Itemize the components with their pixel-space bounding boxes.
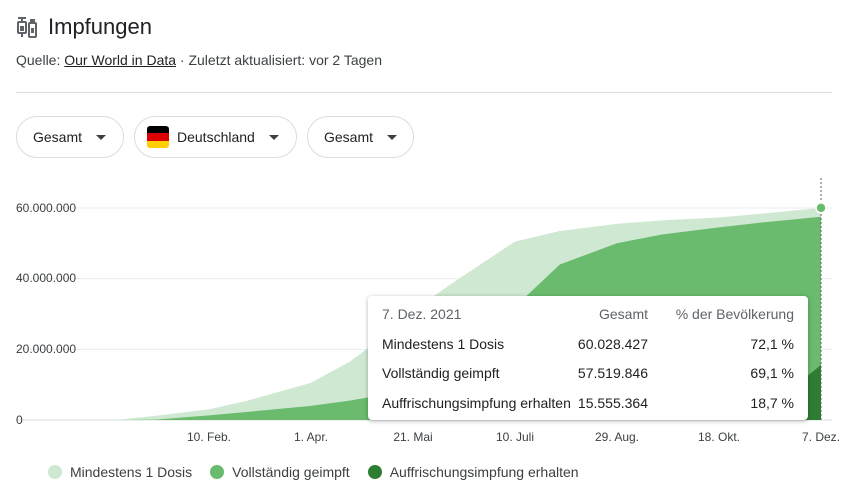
- x-tick-label: 1. Apr.: [293, 430, 329, 444]
- y-tick-label: 0: [16, 413, 23, 427]
- tooltip-col-percent: % der Bevölkerung: [675, 306, 794, 322]
- legend-swatch: [48, 465, 62, 479]
- mode-dropdown[interactable]: Gesamt: [307, 116, 414, 158]
- y-tick-label: 60.000.000: [16, 201, 77, 215]
- tooltip-row-percent: 69,1 %: [750, 365, 794, 381]
- source-line: Quelle: Our World in Data · Zuletzt aktu…: [16, 52, 382, 68]
- chevron-down-icon: [96, 134, 107, 140]
- tooltip-row-percent: 18,7 %: [750, 395, 794, 411]
- tooltip-date: 7. Dez. 2021: [382, 306, 462, 322]
- source-link[interactable]: Our World in Data: [64, 52, 176, 68]
- syringe-icon: [17, 17, 37, 38]
- tooltip-row-total: 57.519.846: [577, 365, 648, 381]
- legend-item[interactable]: Vollständig geimpft: [210, 464, 350, 480]
- legend-item[interactable]: Auffrischungsimpfung erhalten: [367, 464, 579, 480]
- hover-marker: [815, 202, 827, 214]
- y-tick-label: 20.000.000: [16, 342, 77, 356]
- metric-dropdown[interactable]: Gesamt: [16, 116, 124, 158]
- tooltip-row-label: Vollständig geimpft: [382, 365, 500, 381]
- x-tick-label: 21. Mai: [393, 430, 433, 444]
- tooltip-row-percent: 72,1 %: [750, 336, 794, 352]
- chevron-down-icon: [387, 134, 398, 140]
- y-tick-label: 40.000.000: [16, 271, 77, 285]
- legend-swatch: [367, 465, 382, 479]
- tooltip-col-total: Gesamt: [598, 306, 648, 322]
- metric-dropdown-label: Gesamt: [33, 129, 83, 145]
- source-prefix: Quelle:: [16, 52, 61, 68]
- legend-label: Mindestens 1 Dosis: [70, 464, 193, 480]
- tooltip-row-total: 60.028.427: [577, 336, 648, 352]
- tooltip-row: Vollständig geimpft 57.519.846 69,1 %: [382, 365, 794, 385]
- tooltip-header: 7. Dez. 2021 Gesamt % der Bevölkerung: [382, 306, 794, 326]
- x-tick-label: 18. Okt.: [697, 430, 741, 444]
- tooltip-row-label: Auffrischungsimpfung erhalten: [382, 395, 571, 411]
- page-title: Impfungen: [48, 14, 152, 39]
- country-dropdown-label: Deutschland: [177, 129, 255, 145]
- header: Impfungen: [16, 14, 152, 40]
- chart-legend: Mindestens 1 Dosis Vollständig geimpft A…: [48, 464, 579, 480]
- germany-flag-icon: [147, 126, 169, 148]
- country-dropdown[interactable]: Deutschland: [134, 116, 297, 158]
- legend-label: Vollständig geimpft: [232, 464, 350, 480]
- legend-item[interactable]: Mindestens 1 Dosis: [48, 464, 192, 480]
- chart-tooltip: 7. Dez. 2021 Gesamt % der Bevölkerung Mi…: [368, 296, 808, 420]
- x-tick-label: 10. Feb.: [186, 430, 232, 444]
- tooltip-row: Auffrischungsimpfung erhalten 15.555.364…: [382, 395, 794, 415]
- tooltip-row-total: 15.555.364: [577, 395, 648, 411]
- legend-swatch: [210, 465, 225, 479]
- chevron-down-icon: [268, 134, 279, 140]
- x-tick-label: 29. Aug.: [594, 430, 640, 444]
- legend-label: Auffrischungsimpfung erhalten: [389, 464, 579, 480]
- mode-dropdown-label: Gesamt: [324, 129, 374, 145]
- divider: [16, 92, 832, 93]
- updated-text: · Zuletzt aktualisiert: vor 2 Tagen: [179, 52, 382, 68]
- tooltip-row-label: Mindestens 1 Dosis: [382, 336, 505, 352]
- x-tick-label: 7. Dez.: [801, 430, 841, 444]
- x-tick-label: 10. Juli: [495, 430, 535, 444]
- tooltip-row: Mindestens 1 Dosis 60.028.427 72,1 %: [382, 336, 794, 356]
